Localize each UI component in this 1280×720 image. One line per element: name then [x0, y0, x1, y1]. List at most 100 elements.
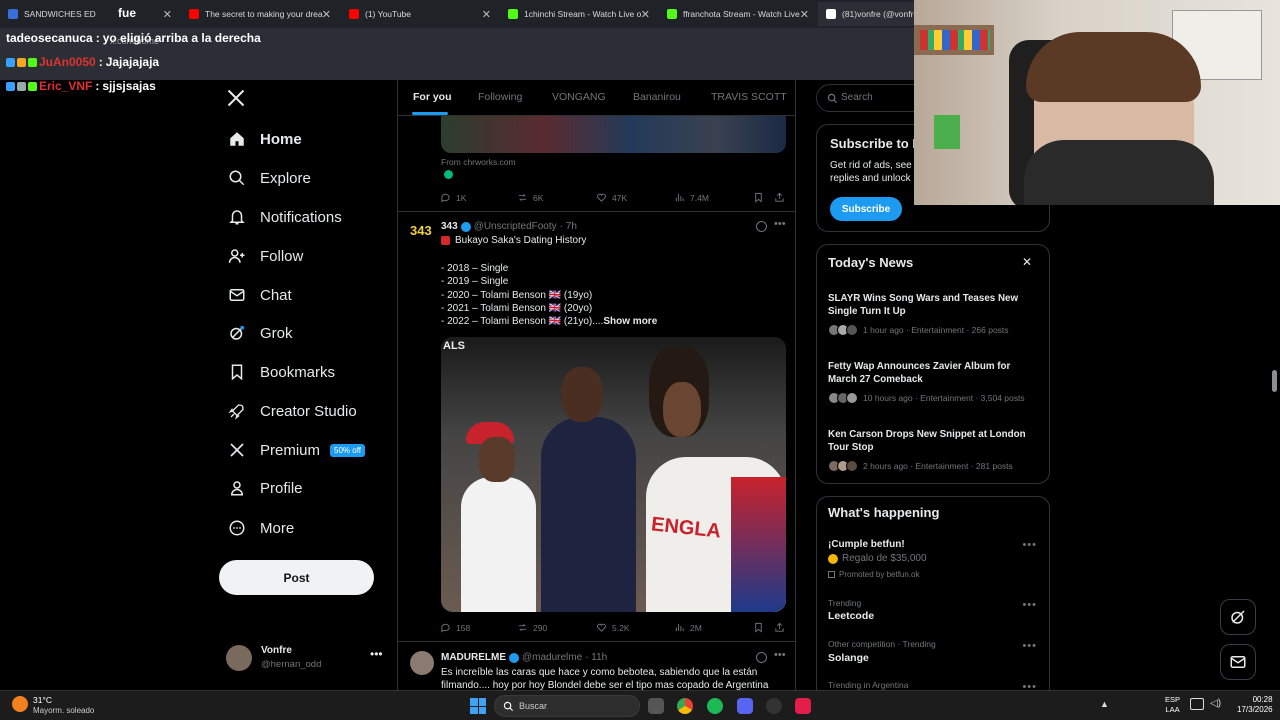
- sidebar-item-chat[interactable]: Chat: [228, 286, 292, 304]
- tab-following[interactable]: Following: [478, 91, 522, 103]
- browser-tab[interactable]: The secret to making your drea ✕: [181, 2, 339, 26]
- share-button[interactable]: [774, 622, 790, 633]
- close-icon[interactable]: ✕: [800, 8, 809, 21]
- sidebar-item-premium[interactable]: Premium 50% off: [228, 441, 365, 459]
- weather-desc[interactable]: Mayorm. soleado: [33, 706, 94, 715]
- weather-icon[interactable]: [12, 696, 28, 712]
- grok-fab-button[interactable]: [1220, 599, 1256, 635]
- sidebar-item-follow[interactable]: Follow: [228, 247, 303, 265]
- weather-temp[interactable]: 31°C: [33, 695, 52, 705]
- trend-name[interactable]: Leetcode: [828, 610, 874, 622]
- like-button[interactable]: 5.2K: [596, 622, 630, 633]
- discord-icon[interactable]: [737, 698, 753, 714]
- sidebar-item-label: Grok: [260, 324, 293, 342]
- repost-button[interactable]: 6K: [517, 192, 543, 203]
- tweet[interactable]: MADURELME @madurelme · 11h ••• Es increí…: [398, 643, 795, 690]
- grok-analyze-icon[interactable]: [756, 652, 767, 663]
- trend-name[interactable]: Solange: [828, 652, 869, 664]
- tab-for-you[interactable]: For you: [413, 91, 452, 103]
- share-button[interactable]: [774, 192, 790, 203]
- scrollbar-thumb[interactable]: [1272, 370, 1277, 392]
- tweet-author-name[interactable]: 343: [441, 221, 458, 232]
- link-source[interactable]: From chrworks.com: [441, 157, 516, 167]
- chevron-up-icon[interactable]: ▲: [1100, 699, 1109, 709]
- sidebar-item-creator-studio[interactable]: Creator Studio: [228, 402, 357, 420]
- tweet[interactable]: 343 343 @UnscriptedFooty · 7h ••• Bukayo…: [398, 213, 795, 642]
- sidebar-item-bookmarks[interactable]: Bookmarks: [228, 363, 335, 381]
- x-logo-icon[interactable]: [226, 88, 246, 113]
- news-headline[interactable]: Ken Carson Drops New Snippet at London T…: [828, 428, 1028, 454]
- more-dots-icon[interactable]: •••: [1022, 640, 1037, 652]
- tab-travis-scott[interactable]: TRAVIS SCOTT: [711, 91, 787, 103]
- sidebar-item-grok[interactable]: Grok: [228, 324, 293, 342]
- tab-bananirou[interactable]: Bananirou: [633, 91, 681, 103]
- like-button[interactable]: 47K: [596, 192, 627, 203]
- bookmark-button[interactable]: [753, 622, 769, 633]
- bookmark-button[interactable]: [753, 192, 769, 203]
- browser-tab[interactable]: SANDWICHES ED ✕: [0, 2, 180, 26]
- tweet-author-name[interactable]: MADURELME: [441, 652, 506, 663]
- more-dots-icon[interactable]: •••: [1022, 599, 1037, 611]
- chrome-icon[interactable]: [677, 698, 693, 714]
- views-button[interactable]: 2M: [674, 622, 702, 633]
- tweet-author-handle[interactable]: @UnscriptedFooty: [474, 221, 557, 232]
- close-icon[interactable]: ✕: [641, 8, 650, 21]
- tweet-media[interactable]: [441, 116, 786, 153]
- close-icon[interactable]: ✕: [322, 8, 331, 21]
- close-icon[interactable]: ✕: [482, 8, 491, 21]
- avatar[interactable]: [410, 651, 434, 675]
- language-indicator[interactable]: ESP LAA: [1165, 695, 1180, 715]
- browser-tab[interactable]: 1chinchi Stream - Watch Live o ✕: [500, 2, 658, 26]
- tiktok-live-icon[interactable]: [795, 698, 811, 714]
- image-face: [561, 367, 603, 422]
- file-explorer-icon[interactable]: [648, 698, 664, 714]
- sidebar-item-more[interactable]: More: [228, 519, 294, 537]
- show-more-link[interactable]: Show more: [603, 316, 657, 327]
- subscribe-button[interactable]: Subscribe: [830, 197, 902, 221]
- reply-button[interactable]: 158: [440, 622, 470, 633]
- views-button[interactable]: 7.4M: [674, 192, 709, 203]
- close-icon[interactable]: ✕: [163, 8, 172, 21]
- clock[interactable]: 00:28 17/3/2026: [1237, 695, 1273, 715]
- tweet-time[interactable]: · 11h: [585, 652, 607, 663]
- account-switcher[interactable]: Vonfre @hernan_odd •••: [226, 643, 386, 675]
- monitor-icon[interactable]: [1190, 698, 1204, 710]
- badge-icon: [17, 57, 26, 67]
- browser-tab[interactable]: ffranchota Stream - Watch Live ✕: [659, 2, 817, 26]
- sidebar-item-home[interactable]: Home: [228, 130, 302, 148]
- tweet-line: - 2022 – Tolami Benson 🇬🇧 (21yo)....: [441, 316, 604, 328]
- more-dots-icon[interactable]: •••: [774, 218, 786, 230]
- tweet[interactable]: From chrworks.com 1K 6K 47K 7.4M: [398, 116, 795, 212]
- sidebar-item-notifications[interactable]: Notifications: [228, 208, 342, 226]
- close-icon[interactable]: ✕: [1022, 255, 1032, 269]
- obs-icon[interactable]: [766, 698, 782, 714]
- more-dots-icon[interactable]: •••: [370, 647, 383, 661]
- sidebar-item-explore[interactable]: Explore: [228, 169, 311, 187]
- sidebar-item-profile[interactable]: Profile: [228, 479, 303, 497]
- tab-vongang[interactable]: VONGANG: [552, 91, 606, 103]
- reply-button[interactable]: 1K: [440, 192, 466, 203]
- more-dots-icon[interactable]: •••: [774, 649, 786, 661]
- profile-handle: @hernan_odd: [261, 659, 322, 670]
- spotify-icon[interactable]: [707, 698, 723, 714]
- follow-icon: [228, 249, 245, 263]
- taskbar-search[interactable]: Buscar: [494, 695, 640, 717]
- tweet-time[interactable]: · 7h: [560, 221, 577, 232]
- news-headline[interactable]: SLAYR Wins Song Wars and Teases New Sing…: [828, 292, 1028, 318]
- browser-tab[interactable]: (1) YouTube ✕: [341, 2, 499, 26]
- browser-tab-active[interactable]: (81)vonfre (@vonfree: [818, 2, 918, 26]
- chat-message: tadeosecanuca: yo eligió arriba a la dere…: [6, 31, 261, 45]
- volume-icon[interactable]: ◁): [1210, 698, 1221, 709]
- bell-icon: [229, 210, 245, 225]
- windows-start-icon[interactable]: [470, 698, 486, 714]
- grok-analyze-icon[interactable]: [756, 221, 767, 232]
- repost-button[interactable]: 290: [517, 622, 547, 633]
- tweet-author-handle[interactable]: @madurelme: [522, 652, 582, 663]
- promo-title[interactable]: ¡Cumple betfun!: [828, 539, 905, 550]
- news-headline[interactable]: Fetty Wap Announces Zavier Album for Mar…: [828, 360, 1028, 386]
- more-dots-icon[interactable]: •••: [1022, 539, 1037, 551]
- tweet-image[interactable]: ALS ENGLA: [441, 337, 786, 612]
- avatar[interactable]: 343: [410, 223, 432, 238]
- post-button[interactable]: Post: [219, 560, 374, 595]
- messages-fab-button[interactable]: [1220, 644, 1256, 680]
